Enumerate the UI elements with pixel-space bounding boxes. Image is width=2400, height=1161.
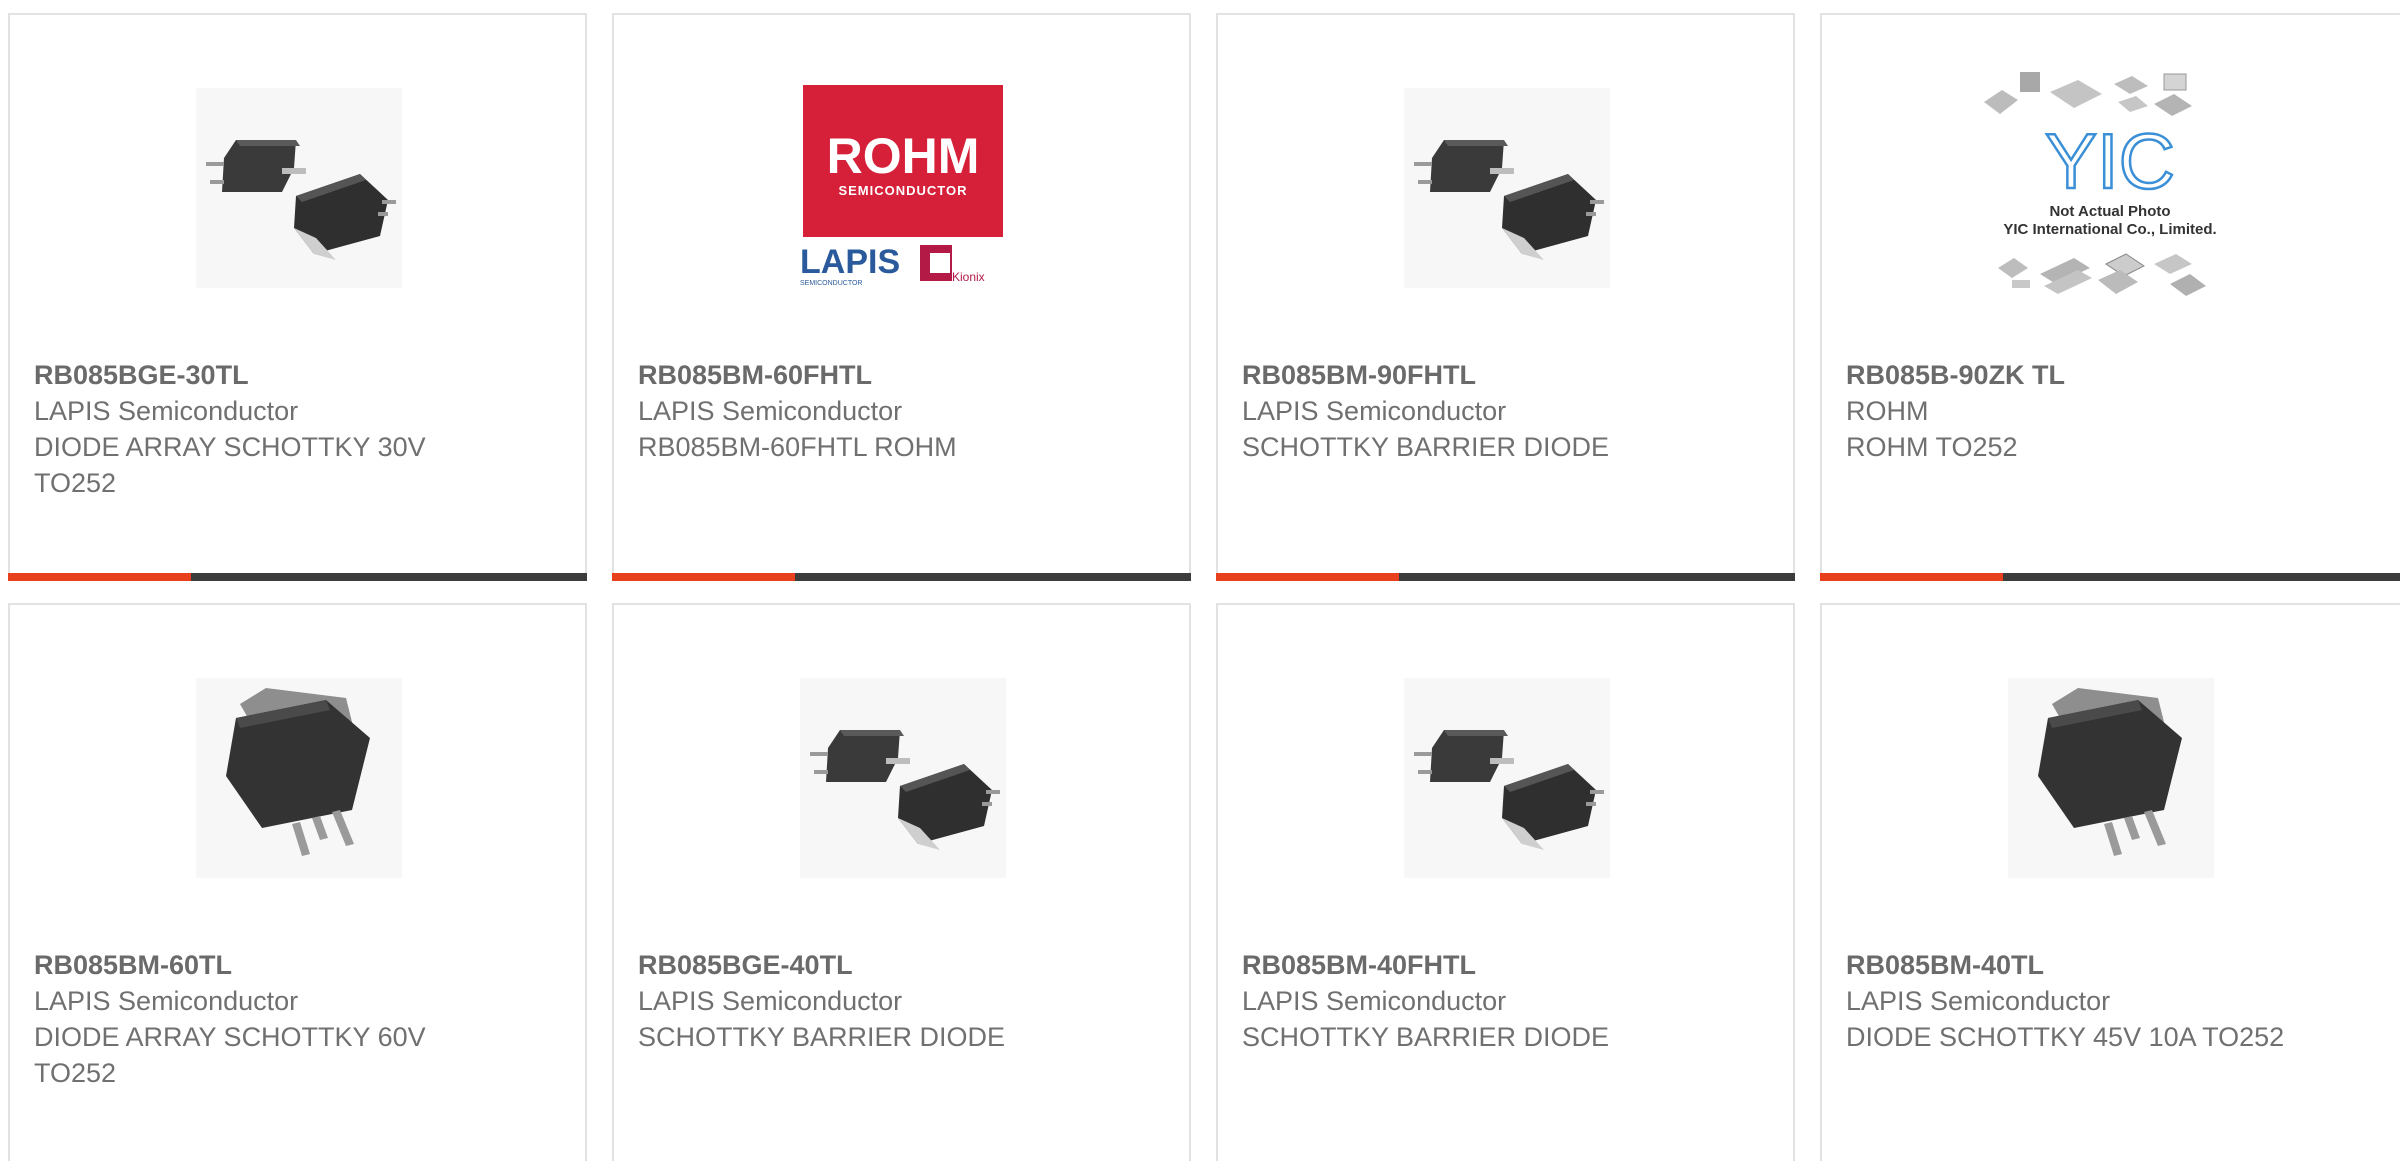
card-bottom-bar <box>8 573 587 581</box>
kionix-logo-text: Kionix <box>952 270 985 284</box>
product-info: RB085BM-40TL LAPIS Semiconductor DIODE S… <box>1846 947 2366 1055</box>
part-number[interactable]: RB085BM-90FHTL <box>1242 357 1762 393</box>
product-description: SCHOTTKY BARRIER DIODE <box>638 1022 1006 1052</box>
product-card[interactable]: RB085BM-40TL LAPIS Semiconductor DIODE S… <box>1820 603 2400 1161</box>
part-number[interactable]: RB085BGE-40TL <box>638 947 1158 983</box>
product-card[interactable]: RB085BM-40FHTL LAPIS Semiconductor SCHOT… <box>1216 603 1795 1161</box>
manufacturer: LAPIS Semiconductor <box>638 396 903 426</box>
product-description: SCHOTTKY BARRIER DIODE <box>1242 432 1610 462</box>
product-info: RB085BGE-40TL LAPIS Semiconductor SCHOTT… <box>638 947 1158 1055</box>
product-card[interactable]: RB085BM-90FHTL LAPIS Semiconductor SCHOT… <box>1216 13 1795 581</box>
part-number[interactable]: RB085BM-60FHTL <box>638 357 1158 393</box>
product-card[interactable]: YIC Not Actual Photo YIC International C… <box>1820 13 2400 581</box>
product-description: DIODE SCHOTTKY 45V 10A TO252 <box>1846 1022 2285 1052</box>
part-number[interactable]: RB085BM-60TL <box>34 947 554 983</box>
part-number[interactable]: RB085BM-40TL <box>1846 947 2366 983</box>
product-description: DIODE ARRAY SCHOTTKY 30V TO252 <box>34 432 426 498</box>
product-info: RB085BM-60FHTL LAPIS Semiconductor RB085… <box>638 357 1158 465</box>
product-grid: RB085BGE-30TL LAPIS Semiconductor DIODE … <box>0 0 2400 1161</box>
placeholder-line1: Not Actual Photo <box>2049 203 2170 220</box>
to252-pair-icon[interactable] <box>1404 673 1610 883</box>
to252-pair-icon[interactable] <box>800 673 1006 883</box>
card-bottom-bar <box>612 573 1191 581</box>
product-info: RB085BM-90FHTL LAPIS Semiconductor SCHOT… <box>1242 357 1762 465</box>
rohm-logo-sub: SEMICONDUCTOR <box>838 183 967 198</box>
lapis-logo-sub: SEMICONDUCTOR <box>800 280 862 287</box>
yic-logo-text: YIC <box>2045 117 2175 205</box>
to252-pair-icon[interactable] <box>196 83 402 293</box>
card-accent-bar <box>1820 573 2003 581</box>
product-description: SCHOTTKY BARRIER DIODE <box>1242 1022 1610 1052</box>
card-accent-bar <box>8 573 191 581</box>
product-info: RB085BGE-30TL LAPIS Semiconductor DIODE … <box>34 357 554 501</box>
part-number[interactable]: RB085B-90ZK TL <box>1846 357 2366 393</box>
manufacturer: LAPIS Semiconductor <box>34 986 299 1016</box>
product-info: RB085BM-60TL LAPIS Semiconductor DIODE A… <box>34 947 554 1091</box>
manufacturer: ROHM <box>1846 396 1929 426</box>
rohm-lapis-logo[interactable]: ROHM SEMICONDUCTOR LAPIS SEMICONDUCTOR K… <box>800 83 1006 293</box>
card-bottom-bar <box>1216 573 1795 581</box>
to252-single-icon[interactable] <box>2008 673 2214 883</box>
placeholder-line2: YIC International Co., Limited. <box>2003 221 2216 238</box>
product-info: RB085B-90ZK TL ROHM ROHM TO252 <box>1846 357 2366 465</box>
manufacturer: LAPIS Semiconductor <box>1242 986 1507 1016</box>
rohm-logo-text: ROHM <box>827 128 980 184</box>
card-bottom-bar <box>1820 573 2400 581</box>
manufacturer: LAPIS Semiconductor <box>1846 986 2111 1016</box>
product-card[interactable]: RB085BGE-40TL LAPIS Semiconductor SCHOTT… <box>612 603 1191 1161</box>
manufacturer: LAPIS Semiconductor <box>34 396 299 426</box>
to252-pair-icon[interactable] <box>1404 83 1610 293</box>
lapis-logo-text: LAPIS <box>800 243 900 281</box>
yic-placeholder-icon[interactable]: YIC Not Actual Photo YIC International C… <box>1978 72 2242 296</box>
product-description: ROHM TO252 <box>1846 432 2018 462</box>
manufacturer: LAPIS Semiconductor <box>638 986 903 1016</box>
part-number[interactable]: RB085BGE-30TL <box>34 357 554 393</box>
card-accent-bar <box>1216 573 1399 581</box>
product-description: RB085BM-60FHTL ROHM <box>638 432 957 462</box>
product-card[interactable]: RB085BGE-30TL LAPIS Semiconductor DIODE … <box>8 13 587 581</box>
product-info: RB085BM-40FHTL LAPIS Semiconductor SCHOT… <box>1242 947 1762 1055</box>
card-accent-bar <box>612 573 795 581</box>
part-number[interactable]: RB085BM-40FHTL <box>1242 947 1762 983</box>
product-card[interactable]: RB085BM-60TL LAPIS Semiconductor DIODE A… <box>8 603 587 1161</box>
product-card[interactable]: ROHM SEMICONDUCTOR LAPIS SEMICONDUCTOR K… <box>612 13 1191 581</box>
manufacturer: LAPIS Semiconductor <box>1242 396 1507 426</box>
product-description: DIODE ARRAY SCHOTTKY 60V TO252 <box>34 1022 426 1088</box>
to252-single-icon[interactable] <box>196 673 402 883</box>
